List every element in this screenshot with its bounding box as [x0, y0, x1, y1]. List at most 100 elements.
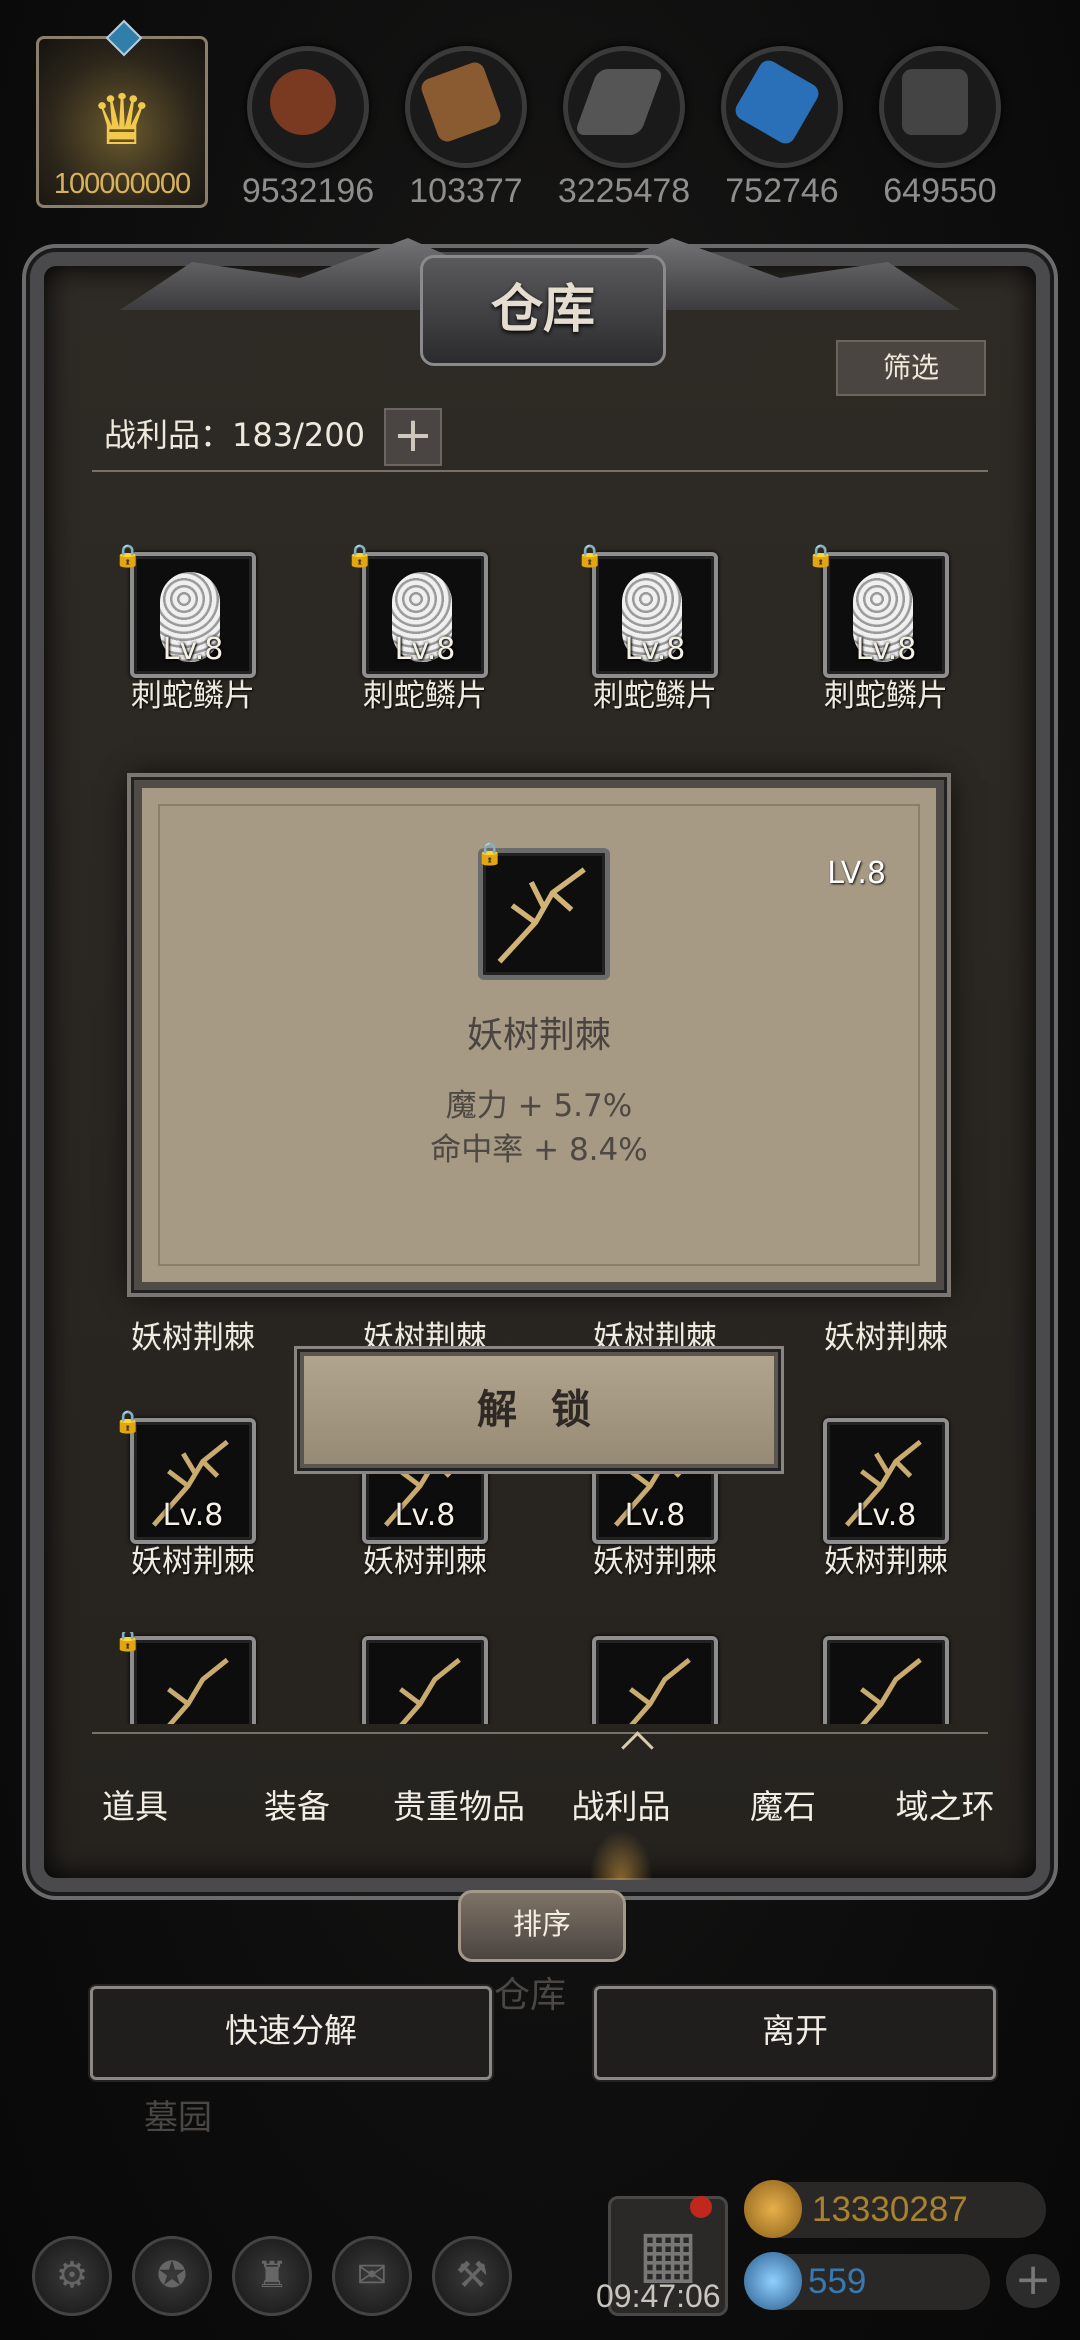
lock-icon: 🔒 — [346, 544, 374, 569]
resource-value: 9532196 — [241, 172, 375, 210]
item-icon — [478, 848, 610, 980]
castle-icon[interactable]: ♜ — [232, 2236, 312, 2316]
crystal-icon — [721, 46, 843, 168]
gem-value: 559 — [808, 2262, 867, 2301]
background-label: 仓库 — [494, 1975, 567, 2016]
item-name: 妖树荆棘 — [593, 1320, 717, 1356]
inventory-item[interactable]: Lv.8 🔒 刺蛇鳞片 — [570, 544, 740, 715]
item-name: 妖树荆棘 — [466, 1015, 611, 1056]
item-level: LV.8 — [827, 856, 886, 891]
item-frame: Lv.8 — [592, 552, 718, 678]
lock-icon: 🔒 — [114, 1632, 142, 1653]
thorn-icon — [497, 867, 586, 964]
page-title: 仓库 — [420, 255, 666, 366]
crown-badge[interactable]: ♛ 100000000 — [36, 19, 208, 208]
item-frame — [130, 1636, 256, 1724]
item-level: Lv.8 — [394, 632, 456, 667]
add-currency-icon[interactable]: + — [1006, 2254, 1060, 2308]
tab-valuables[interactable]: 贵重物品 — [378, 1736, 540, 1884]
wood-icon — [405, 46, 527, 168]
item-frame — [592, 1636, 718, 1724]
settings-icon[interactable]: ⚙ — [32, 2236, 112, 2316]
inventory-item[interactable]: 🔒 — [108, 1632, 278, 1724]
resource-value: 649550 — [883, 172, 997, 210]
resource-value: 103377 — [409, 172, 523, 210]
item-level: Lv.8 — [394, 1498, 456, 1533]
item-name: 妖树荆棘 — [824, 1320, 948, 1356]
hammer-icon[interactable]: ⚒ — [432, 2236, 512, 2316]
resource-value: 752746 — [725, 172, 839, 210]
inventory-item[interactable]: Lv.8 🔒 妖树荆棘 — [108, 1410, 278, 1581]
notification-dot — [690, 2196, 712, 2218]
iron-icon — [563, 46, 685, 168]
capacity-label: 战利品：183/200 — [104, 416, 365, 454]
sort-button[interactable]: 排序 — [458, 1890, 626, 1962]
item-name: 妖树荆棘 — [131, 1320, 255, 1356]
thorn-icon — [629, 1657, 691, 1724]
item-level: Lv.8 — [162, 1498, 224, 1533]
shield-icon[interactable]: ✪ — [132, 2236, 212, 2316]
meat-icon — [247, 46, 369, 168]
lock-icon: 🔒 — [114, 544, 142, 569]
item-frame — [362, 1636, 488, 1724]
stone-icon — [879, 46, 1001, 168]
resource-value: 3225478 — [557, 172, 691, 210]
thorn-icon — [167, 1657, 229, 1724]
blue-gem-icon — [744, 2252, 802, 2310]
resource-wood[interactable]: 103377 — [386, 46, 546, 211]
lock-icon: 🔒 — [807, 544, 835, 569]
inventory-item[interactable]: Lv.8 妖树荆棘 — [801, 1418, 971, 1581]
clock-time: 09:47:06 — [596, 2278, 721, 2314]
tab-domain-ring[interactable]: 域之环 — [864, 1736, 1026, 1884]
crown-value: 100000000 — [53, 168, 191, 200]
item-frame — [823, 1636, 949, 1724]
item-level: Lv.8 — [855, 1498, 917, 1533]
resource-meat[interactable]: 9532196 — [228, 46, 388, 211]
leave-button[interactable]: 离开 — [594, 1986, 996, 2080]
item-frame: Lv.8 — [823, 552, 949, 678]
mail-icon[interactable]: ✉ — [332, 2236, 412, 2316]
tab-equipment[interactable]: 装备 — [216, 1736, 378, 1884]
unlock-button[interactable]: 解 锁 — [300, 1352, 778, 1468]
resource-bar: ♛ 100000000 9532196 103377 3225478 75274… — [0, 0, 1080, 210]
expand-capacity-button[interactable]: + — [384, 408, 442, 466]
lock-icon: 🔒 — [576, 544, 604, 569]
filter-button[interactable]: 筛选 — [836, 340, 986, 396]
inventory-item[interactable]: Lv.8 🔒 刺蛇鳞片 — [108, 544, 278, 715]
resource-iron[interactable]: 3225478 — [544, 46, 704, 211]
item-detail-popup[interactable]: 🔒 LV.8 妖树荆棘 魔力 + 5.7% 命中率 + 8.4% — [134, 780, 944, 1290]
inventory-item[interactable]: Lv.8 🔒 刺蛇鳞片 — [801, 544, 971, 715]
item-frame: Lv.8 — [130, 552, 256, 678]
thorn-icon — [860, 1657, 922, 1724]
item-frame: Lv.8 — [823, 1418, 949, 1544]
inventory-row-partial: 🔒 — [92, 1632, 988, 1724]
thorn-icon — [399, 1657, 461, 1724]
inventory-item[interactable] — [801, 1636, 971, 1724]
crown-icon: ♛ — [90, 79, 154, 161]
inventory-item[interactable]: Lv.8 🔒 刺蛇鳞片 — [340, 544, 510, 715]
divider — [92, 470, 988, 472]
lock-icon: 🔒 — [114, 1410, 142, 1435]
item-frame: Lv.8 — [130, 1418, 256, 1544]
tab-loot[interactable]: 战利品 — [540, 1736, 702, 1884]
inventory-item[interactable] — [570, 1636, 740, 1724]
gem-icon — [105, 19, 143, 57]
tab-magic-stones[interactable]: 魔石 — [702, 1736, 864, 1884]
resource-stone[interactable]: 649550 — [860, 46, 1020, 211]
quick-decompose-button[interactable]: 快速分解 — [90, 1986, 492, 2080]
category-tabs: 道具 装备 贵重物品 战利品 魔石 域之环 — [54, 1736, 1026, 1884]
item-frame: Lv.8 — [362, 552, 488, 678]
inventory-item[interactable] — [340, 1636, 510, 1724]
item-stat: 命中率 + 8.4% — [430, 1132, 648, 1168]
item-level: Lv.8 — [624, 1498, 686, 1533]
resource-crystal[interactable]: 752746 — [702, 46, 862, 211]
tab-items[interactable]: 道具 — [54, 1736, 216, 1884]
item-level: Lv.8 — [162, 632, 224, 667]
lock-icon: 🔒 — [476, 842, 504, 867]
gold-value: 13330287 — [812, 2190, 968, 2229]
item-stat: 魔力 + 5.7% — [445, 1088, 633, 1124]
divider — [92, 1732, 988, 1734]
gold-coin-icon — [744, 2180, 802, 2238]
background-label: 墓园 — [144, 2098, 212, 2138]
item-name: 妖树荆棘 — [363, 1320, 487, 1356]
